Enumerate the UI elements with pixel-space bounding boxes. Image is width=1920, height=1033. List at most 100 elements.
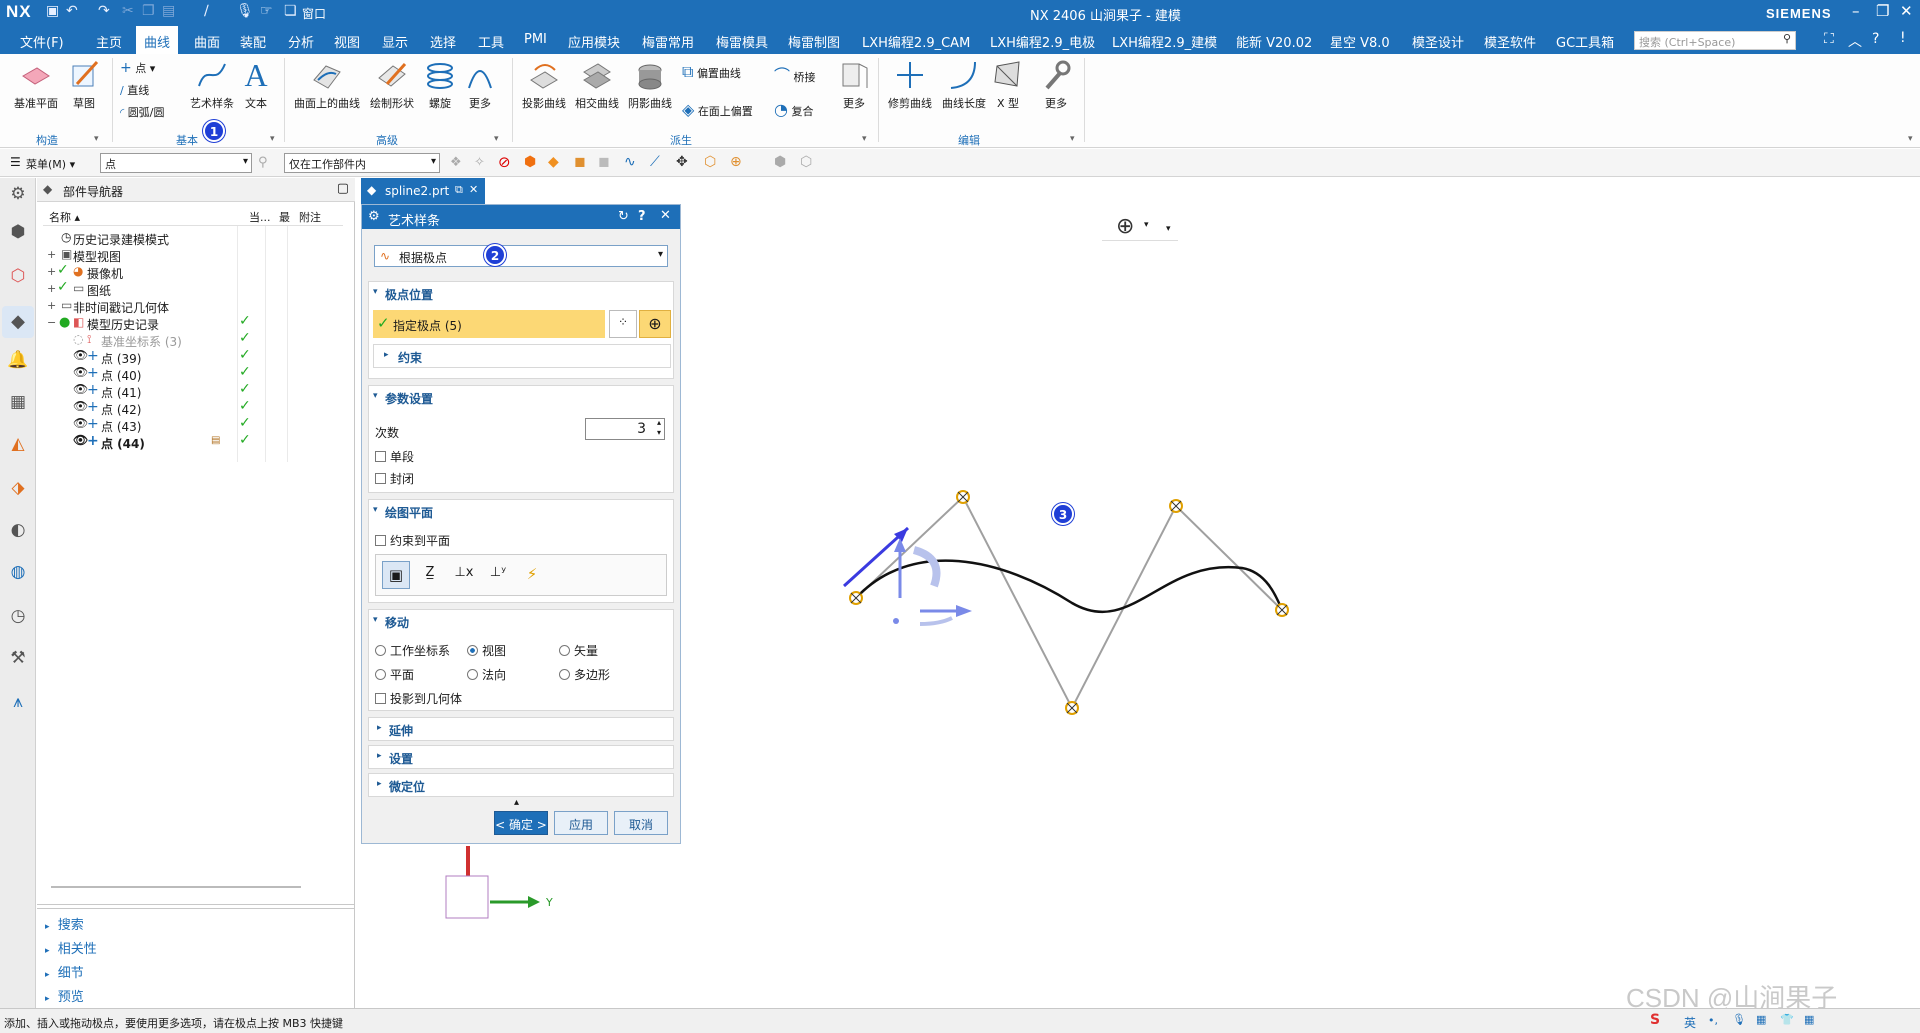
spline-pole[interactable]	[956, 490, 970, 504]
constraint-subsection[interactable]: ▸ 约束	[373, 344, 671, 368]
ok-button[interactable]: < 确定 >	[494, 811, 548, 835]
visible-eye-icon[interactable]: 👁	[73, 365, 88, 379]
menu-view[interactable]: 视图	[334, 32, 360, 51]
ime-language[interactable]: 英	[1684, 1014, 1696, 1031]
menu-meilei-drawing[interactable]: 梅雷制图	[788, 32, 840, 51]
help-icon[interactable]: ?	[1872, 31, 1879, 47]
menu-icon[interactable]: ☰	[10, 155, 21, 169]
group-derive-expand-icon[interactable]: ▾	[862, 134, 867, 144]
yz-plane-button[interactable]: ⊥x	[450, 561, 478, 589]
select-feature-icon[interactable]: ❖	[450, 155, 462, 170]
menu-lxh-cam[interactable]: LXH编程2.9_CAM	[862, 32, 970, 51]
spline-pole[interactable]	[1169, 499, 1183, 513]
close-icon[interactable]: ✕	[1900, 2, 1913, 20]
cut-icon[interactable]: ✂	[122, 3, 134, 19]
point-button[interactable]: + 点 ▾	[120, 60, 155, 76]
filter-icon[interactable]: ⚲	[258, 155, 268, 170]
web-browser-icon[interactable]: ◭	[6, 434, 30, 458]
menu-surface[interactable]: 曲面	[194, 32, 220, 51]
draw-shape-button[interactable]: 绘制形状	[364, 58, 420, 111]
curve-on-surface-button[interactable]: 曲面上的曲线	[292, 58, 362, 111]
xy-plane-button[interactable]: Z̲	[416, 561, 444, 589]
stepper-arrows-icon[interactable]: ▴ ▾	[657, 418, 661, 438]
move-polygon-radio[interactable]: 多边形	[559, 666, 610, 683]
menu-lxh-electrode[interactable]: LXH编程2.9_电极	[990, 32, 1095, 51]
component-icon[interactable]: ⬡	[704, 154, 716, 170]
maximize-icon[interactable]: ▢	[337, 181, 349, 196]
minimize-icon[interactable]: –	[1852, 2, 1860, 20]
arc-button[interactable]: ◜ 圆弧/圆	[120, 104, 164, 120]
menu-meilei-common[interactable]: 梅雷常用	[642, 32, 694, 51]
extend-section[interactable]: ▸ 延伸	[368, 717, 674, 741]
menu-meilei-mold[interactable]: 梅雷模具	[716, 32, 768, 51]
column-attach[interactable]: 附注	[299, 209, 321, 225]
constraint-navigator-icon[interactable]: ⬡	[6, 266, 30, 290]
touch-icon[interactable]: ☞	[260, 3, 273, 19]
specify-plane-button[interactable]: ⚡	[518, 561, 546, 589]
menu-curve[interactable]: 曲线	[136, 26, 179, 54]
process-studio-icon[interactable]: ⩚	[6, 692, 30, 716]
switch-window-icon[interactable]: ❏	[284, 3, 297, 19]
menu-select[interactable]: 选择	[430, 32, 456, 51]
assembly-filter-icon[interactable]: ⬢	[774, 154, 786, 170]
move-component-icon[interactable]: ⊕	[730, 154, 742, 170]
group-basic-expand-icon[interactable]: ▾	[270, 134, 275, 144]
dialog-close-icon[interactable]: ✕	[660, 208, 671, 223]
command-search-input[interactable]: 搜索 (Ctrl+Space) ⚲	[1634, 31, 1796, 50]
save-icon[interactable]: ▣	[46, 3, 59, 19]
move-normal-radio[interactable]: 法向	[467, 666, 506, 683]
menu-dropdown[interactable]: 菜单(M) ▾	[26, 156, 75, 172]
visible-eye-icon[interactable]: 👁	[73, 348, 88, 362]
parameters-header[interactable]: ▾ 参数设置	[369, 386, 673, 407]
spline-pole[interactable]	[849, 591, 863, 605]
system-materials-icon[interactable]: ◐	[6, 520, 30, 544]
sheet-body-icon[interactable]: ◆	[548, 154, 559, 170]
horizontal-scrollbar[interactable]	[51, 886, 301, 888]
closed-checkbox[interactable]: 封闭	[375, 470, 414, 487]
body-filter-icon[interactable]: ◼	[598, 154, 610, 170]
curve-icon[interactable]: ∕	[204, 3, 209, 19]
assembly-navigator-icon[interactable]: ⬢	[6, 222, 30, 246]
micro-position-section[interactable]: ▸ 微定位	[368, 773, 674, 797]
studio-spline-button[interactable]: 艺术样条	[186, 58, 238, 111]
move-plane-radio[interactable]: 平面	[375, 666, 414, 683]
visible-eye-icon[interactable]: 👁	[73, 399, 88, 413]
degree-stepper[interactable]: 3 ▴ ▾	[585, 418, 665, 440]
menu-mosheng-design[interactable]: 模圣设计	[1412, 32, 1464, 51]
ribbon-options-icon[interactable]: ▾	[1908, 134, 1913, 144]
restore-icon[interactable]: ❐	[1876, 2, 1889, 20]
drawing-plane-header[interactable]: ▾ 绘图平面	[369, 500, 673, 521]
dialog-gear-icon[interactable]: ⚙	[368, 209, 380, 224]
select-all-icon[interactable]: ✧	[474, 155, 485, 170]
settings-section[interactable]: ▸ 设置	[368, 745, 674, 769]
section-dependencies[interactable]: ▸ 相关性	[45, 938, 97, 957]
spline-pole[interactable]	[1275, 603, 1289, 617]
deselect-icon[interactable]: ⊘	[498, 153, 511, 171]
column-name[interactable]: 名称 ▴	[49, 209, 80, 225]
project-curve-button[interactable]: 投影曲线	[518, 58, 570, 111]
fullscreen-icon[interactable]: ⛶	[1824, 31, 1834, 47]
menu-nengxin[interactable]: 能新 V20.02	[1236, 32, 1312, 51]
curve-length-button[interactable]: 曲线长度	[938, 58, 990, 111]
section-search[interactable]: ▸ 搜索	[45, 914, 84, 933]
group-advanced-expand-icon[interactable]: ▾	[494, 134, 499, 144]
hd3d-icon[interactable]: ▦	[6, 392, 30, 416]
part-navigator-icon[interactable]: ◆	[2, 306, 34, 338]
settings-gear-icon[interactable]: ⚙	[6, 184, 30, 208]
microphone-icon[interactable]: 🎙	[236, 3, 254, 19]
section-preview[interactable]: ▸ 预览	[45, 986, 84, 1005]
constrain-to-plane-checkbox[interactable]: 约束到平面	[375, 532, 450, 549]
tools-icon[interactable]: ⚒	[6, 648, 30, 672]
spline-pole[interactable]	[1065, 701, 1079, 715]
ime-logo-icon[interactable]: S	[1650, 1012, 1660, 1028]
redo-icon[interactable]: ↷	[98, 3, 110, 19]
clock-icon[interactable]: ◷	[6, 606, 30, 630]
menu-assembly[interactable]: 装配	[240, 32, 266, 51]
datum-plane-button[interactable]: 基准平面	[8, 58, 64, 111]
move-vector-radio[interactable]: 矢量	[559, 642, 598, 659]
menu-tools[interactable]: 工具	[478, 32, 504, 51]
edge-filter-icon[interactable]: ⟋	[650, 154, 660, 170]
sketch-button[interactable]: 草图	[62, 58, 106, 111]
intersect-curve-button[interactable]: 相交曲线	[570, 58, 624, 111]
menu-lxh-modeling[interactable]: LXH编程2.9_建模	[1112, 32, 1217, 51]
